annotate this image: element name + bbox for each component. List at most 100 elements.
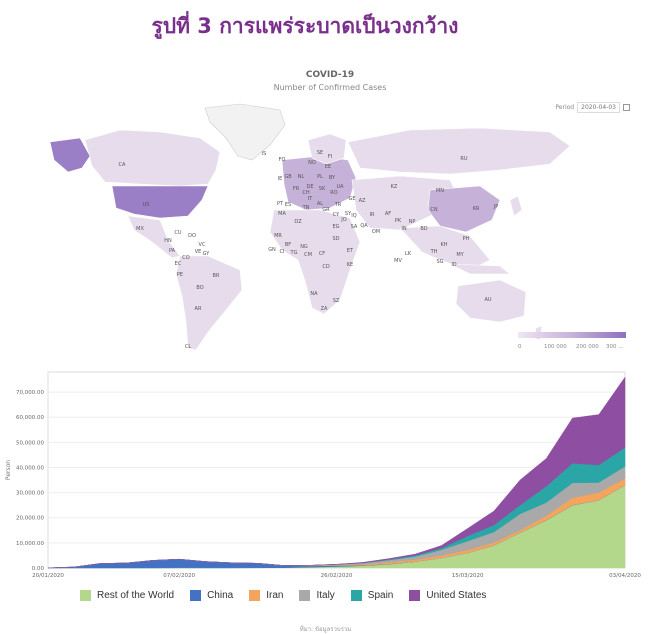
country-label-ge: GE	[348, 196, 355, 202]
country-label-ve: VE	[195, 249, 202, 255]
country-label-cm: CM	[304, 252, 312, 258]
country-label-by: BY	[329, 175, 336, 181]
legend-label: United States	[426, 590, 487, 601]
y-tick-label: 50,000.00	[16, 440, 44, 446]
legend-tick-3: 300 ...	[606, 344, 624, 350]
country-label-ca: CA	[119, 162, 126, 168]
country-label-mx: MX	[136, 226, 144, 232]
country-label-ro: RO	[330, 190, 337, 196]
country-label-nl: NL	[298, 174, 305, 180]
country-label-qa: QA	[360, 223, 368, 229]
y-axis-label: Person	[5, 460, 12, 480]
period-selector[interactable]: Period 2020-04-03	[555, 102, 630, 113]
country-label-ru: RU	[460, 156, 467, 162]
country-label-us: US	[143, 202, 150, 208]
country-label-gr: GR	[322, 207, 330, 213]
country-label-tg: TG	[290, 250, 298, 256]
country-label-sd: SD	[332, 236, 339, 242]
x-tick-label: 26/02/2020	[321, 573, 353, 579]
country-label-co: CO	[182, 255, 189, 261]
y-tick-label: 20,000.00	[16, 516, 44, 522]
country-label-tn: TN	[302, 205, 310, 211]
country-label-pt: PT	[277, 201, 284, 207]
country-label-mn: MN	[436, 188, 444, 194]
country-label-mr: MR	[274, 233, 282, 239]
country-label-id: ID	[451, 262, 456, 268]
country-label-ec: EC	[175, 261, 182, 267]
stacked-area-chart: 0.00 10,000.00 20,000.00 30,000.00 40,000.00…	[5, 371, 641, 579]
country-label-ir: IR	[370, 212, 375, 218]
country-label-gn: GN	[268, 247, 276, 253]
country-label-tr: TR	[334, 202, 342, 208]
period-date-field[interactable]: 2020-04-03	[577, 102, 620, 113]
country-label-no: NO	[308, 160, 316, 166]
legend-item-iran[interactable]: Iran	[249, 590, 283, 601]
legend-item-rest-of-the-world[interactable]: Rest of the World	[80, 590, 174, 601]
y-tick-label: 40,000.00	[16, 465, 44, 471]
legend-tick-1: 100 000	[544, 344, 567, 350]
map-subtitle: Number of Confirmed Cases	[273, 83, 387, 92]
legend-item-united-states[interactable]: United States	[409, 590, 486, 601]
country-label-au: AU	[484, 297, 491, 303]
country-label-fr: FR	[293, 186, 300, 192]
map-color-legend: 0 100 000 200 000 300 ...	[518, 332, 626, 350]
country-label-ng: NG	[300, 244, 308, 250]
country-label-ph: PH	[463, 236, 470, 242]
country-label-is: IS	[262, 151, 267, 157]
country-label-ke: KE	[347, 262, 353, 268]
map-canada	[84, 129, 221, 187]
country-label-na: NA	[310, 291, 318, 297]
country-label-az: AZ	[359, 198, 366, 204]
country-label-gy: GY	[203, 251, 211, 257]
map-indonesia	[449, 263, 511, 275]
legend-item-italy[interactable]: Italy	[299, 590, 335, 601]
country-label-pe: PE	[177, 272, 183, 278]
country-label-cy: CY	[333, 212, 340, 218]
country-label-om: OM	[372, 229, 380, 235]
map-title: COVID-19	[305, 70, 355, 80]
map-panel: IS FO SE FI NO EE RU IE GB NL PL BY UA FR CH DE SK RO KZ MN…	[30, 60, 630, 360]
legend-item-spain[interactable]: Spain	[350, 590, 393, 601]
country-label-iq: IQ	[351, 213, 356, 219]
country-label-bd: BD	[420, 226, 427, 232]
country-label-af: AF	[385, 211, 391, 217]
legend-label: China	[207, 590, 234, 601]
legend-tick-2: 200 000	[576, 344, 599, 350]
country-label-ie: IE	[278, 176, 283, 182]
legend-gradient-bar	[518, 332, 626, 338]
page-title: รูปที่ 3 การแพร่ระบาดเป็นวงกว้าง	[151, 14, 459, 38]
country-label-ar: AR	[195, 306, 202, 312]
country-label-pk: PK	[395, 218, 402, 224]
country-label-fi: FI	[328, 154, 332, 160]
calendar-icon[interactable]	[623, 104, 630, 111]
legend-label: Iran	[266, 590, 284, 601]
country-label-sa: SA	[351, 224, 358, 230]
country-label-za: ZA	[321, 306, 328, 312]
country-label-se: SE	[317, 150, 323, 156]
country-label-kh: KH	[440, 242, 447, 248]
country-label-es: ES	[285, 202, 291, 208]
map-usa	[111, 185, 209, 219]
legend-item-china[interactable]: China	[190, 590, 233, 601]
country-label-pa: PA	[169, 248, 176, 254]
country-label-gb: GB	[284, 174, 292, 180]
chart-legend: Rest of the World China Iran Italy Spain Unit…	[80, 590, 486, 601]
legend-label: Rest of the World	[97, 590, 175, 601]
y-tick-label: 10,000.00	[16, 541, 44, 547]
country-label-np: NP	[409, 219, 416, 225]
x-tick-label: 03/04/2020	[609, 573, 641, 579]
x-tick-label: 20/01/2020	[32, 573, 64, 579]
country-label-hn: HN	[164, 238, 172, 244]
country-label-jo: JO	[340, 217, 346, 223]
country-label-jp: JP	[493, 204, 499, 210]
country-label-cf: CF	[319, 251, 325, 257]
world-map: ISFOSEFINOEERUIE GB NL PL BYUAFRCHDE SKROKZMN…	[49, 103, 571, 351]
y-tick-label: 30,000.00	[16, 491, 44, 497]
country-label-cn: CN	[430, 207, 437, 213]
y-tick-label: 60,000.00	[16, 415, 44, 421]
legend-swatch	[190, 590, 202, 601]
map-japan	[509, 195, 523, 217]
legend-swatch	[80, 590, 91, 601]
country-label-bf: BF	[285, 242, 291, 248]
legend-swatch	[409, 590, 421, 601]
